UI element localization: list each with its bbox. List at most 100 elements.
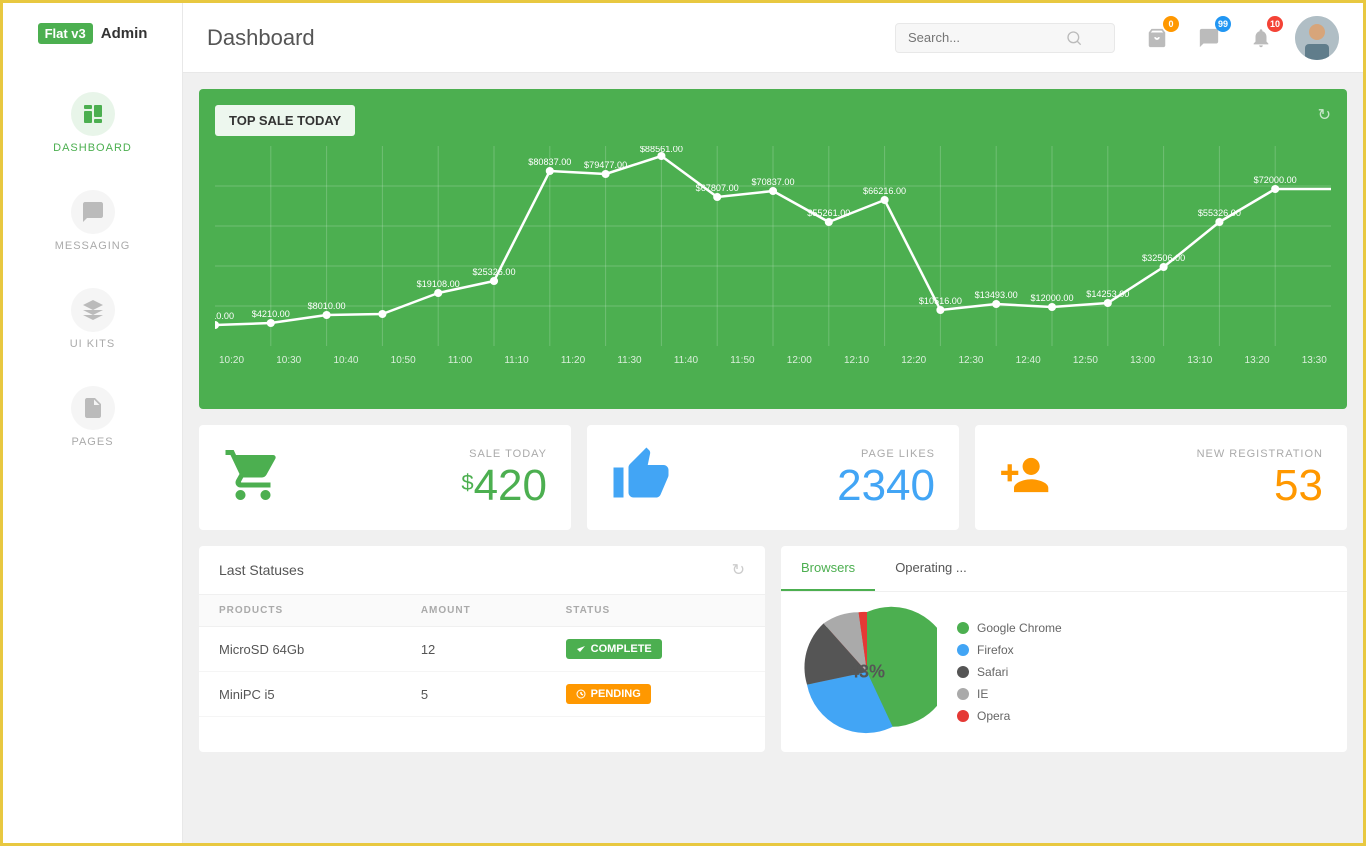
svg-text:$14253.00: $14253.00 xyxy=(1086,289,1129,299)
search-icon xyxy=(1066,30,1082,46)
tab-browsers[interactable]: Browsers xyxy=(781,546,875,591)
svg-text:$19108.00: $19108.00 xyxy=(417,279,460,289)
chart-area: $2810.00 $4210.00 $8010.00 $19108.00 $25… xyxy=(215,146,1331,386)
page-likes-label: PAGE LIKES xyxy=(691,448,935,460)
product-name: MiniPC i5 xyxy=(199,672,401,717)
svg-text:$72000.00: $72000.00 xyxy=(1254,175,1297,185)
alerts-button[interactable]: 10 xyxy=(1243,20,1279,56)
page-title: Dashboard xyxy=(207,25,895,51)
svg-text:$66216.00: $66216.00 xyxy=(863,186,906,196)
cart-stat-icon xyxy=(223,445,283,510)
svg-text:$13493.00: $13493.00 xyxy=(975,290,1018,300)
product-status: PENDING xyxy=(546,672,765,717)
sale-today-label: SALE TODAY xyxy=(303,448,547,460)
svg-text:$80837.00: $80837.00 xyxy=(528,157,571,167)
search-input[interactable] xyxy=(908,30,1058,45)
sidebar-label-messaging: MESSAGING xyxy=(55,240,131,252)
uikits-icon xyxy=(71,288,115,332)
ie-label: IE xyxy=(977,687,988,701)
messages-badge: 99 xyxy=(1215,16,1231,32)
product-name: MicroSD 64Gb xyxy=(199,627,401,672)
sidebar-label-dashboard: DASHBOARD xyxy=(53,142,132,154)
svg-text:$2810.00: $2810.00 xyxy=(215,311,234,321)
svg-text:$70837.00: $70837.00 xyxy=(751,177,794,187)
firefox-dot xyxy=(957,644,969,656)
last-statuses-refresh[interactable]: ↻ xyxy=(732,560,745,580)
status-badge-pending: PENDING xyxy=(566,684,651,704)
sale-today-value: $420 xyxy=(303,464,547,508)
main-area: Dashboard 0 99 10 xyxy=(183,3,1363,843)
tab-operating[interactable]: Operating ... xyxy=(875,546,987,591)
logo-text: Admin xyxy=(101,25,148,42)
statuses-table: PRODUCTS AMOUNT STATUS MicroSD 64Gb 12 xyxy=(199,595,765,717)
ie-dot xyxy=(957,688,969,700)
last-statuses-card: Last Statuses ↻ PRODUCTS AMOUNT STATUS M… xyxy=(199,546,765,752)
legend-chrome: Google Chrome xyxy=(957,621,1062,635)
svg-text:$79477.00: $79477.00 xyxy=(584,160,627,170)
svg-text:$10516.00: $10516.00 xyxy=(919,296,962,306)
stat-page-likes: PAGE LIKES 2340 xyxy=(587,425,959,530)
sidebar-label-pages: PAGES xyxy=(71,436,113,448)
header-actions: 0 99 10 xyxy=(1139,16,1339,60)
col-amount: AMOUNT xyxy=(401,595,546,627)
search-bar[interactable] xyxy=(895,23,1115,53)
sidebar-item-uikits[interactable]: UI KITS xyxy=(3,270,182,368)
browser-legend: Google Chrome Firefox Safari IE xyxy=(957,621,1062,723)
product-amount: 12 xyxy=(401,627,546,672)
sidebar-item-dashboard[interactable]: DASHBOARD xyxy=(3,74,182,172)
page-likes-info: PAGE LIKES 2340 xyxy=(691,448,935,508)
safari-dot xyxy=(957,666,969,678)
table-row: MiniPC i5 5 PENDING xyxy=(199,672,765,717)
user-add-stat-icon xyxy=(999,445,1059,510)
browser-tabs: Browsers Operating ... xyxy=(781,546,1347,592)
cart-badge: 0 xyxy=(1163,16,1179,32)
sale-today-info: SALE TODAY $420 xyxy=(303,448,547,508)
legend-safari: Safari xyxy=(957,665,1062,679)
legend-ie: IE xyxy=(957,687,1062,701)
pages-icon xyxy=(71,386,115,430)
messages-button[interactable]: 99 xyxy=(1191,20,1227,56)
svg-text:$8010.00: $8010.00 xyxy=(308,301,346,311)
content-area: TOP SALE TODAY ↻ xyxy=(183,73,1363,843)
stat-new-registration: NEW REGISTRATION 53 xyxy=(975,425,1347,530)
product-status: COMPLETE xyxy=(546,627,765,672)
browser-content: 43% Google Chrome Firefox xyxy=(781,592,1347,752)
svg-text:$67807.00: $67807.00 xyxy=(696,183,739,193)
avatar-image xyxy=(1295,16,1339,60)
product-amount: 5 xyxy=(401,672,546,717)
chrome-dot xyxy=(957,622,969,634)
table-row: MicroSD 64Gb 12 COMPLETE xyxy=(199,627,765,672)
cart-button[interactable]: 0 xyxy=(1139,20,1175,56)
svg-text:$88561.00: $88561.00 xyxy=(640,146,683,154)
svg-text:$55261.00: $55261.00 xyxy=(807,208,850,218)
chart-time-labels: 10:20 10:30 10:40 10:50 11:00 11:10 11:2… xyxy=(215,355,1331,366)
new-reg-label: NEW REGISTRATION xyxy=(1079,448,1323,460)
sidebar-logo: Flat v3 Admin xyxy=(28,13,158,54)
chart-refresh-button[interactable]: ↻ xyxy=(1318,105,1331,125)
chart-title: TOP SALE TODAY xyxy=(215,105,355,136)
safari-label: Safari xyxy=(977,665,1008,679)
messaging-icon xyxy=(71,190,115,234)
dashboard-icon xyxy=(71,92,115,136)
last-statuses-title: Last Statuses xyxy=(219,562,304,578)
logo-badge: Flat v3 xyxy=(38,23,93,44)
sidebar-item-messaging[interactable]: MESSAGING xyxy=(3,172,182,270)
sidebar: Flat v3 Admin DASHBOARD MESSAGING UI KIT… xyxy=(3,3,183,843)
avatar[interactable] xyxy=(1295,16,1339,60)
chart-svg: $2810.00 $4210.00 $8010.00 $19108.00 $25… xyxy=(215,146,1331,346)
top-sale-chart: TOP SALE TODAY ↻ xyxy=(199,89,1347,409)
legend-opera: Opera xyxy=(957,709,1062,723)
svg-text:$32506.00: $32506.00 xyxy=(1142,253,1185,263)
stat-sale-today: SALE TODAY $420 xyxy=(199,425,571,530)
stats-row: SALE TODAY $420 PAGE LIKES 2340 xyxy=(199,425,1347,530)
sidebar-item-pages[interactable]: PAGES xyxy=(3,368,182,466)
legend-firefox: Firefox xyxy=(957,643,1062,657)
pie-center-label: 43% xyxy=(849,662,885,683)
col-status: STATUS xyxy=(546,595,765,627)
last-statuses-header: Last Statuses ↻ xyxy=(199,546,765,595)
new-reg-value: 53 xyxy=(1079,464,1323,508)
pie-chart: 43% xyxy=(797,602,937,742)
browser-chart-card: Browsers Operating ... xyxy=(781,546,1347,752)
col-products: PRODUCTS xyxy=(199,595,401,627)
alerts-badge: 10 xyxy=(1267,16,1283,32)
